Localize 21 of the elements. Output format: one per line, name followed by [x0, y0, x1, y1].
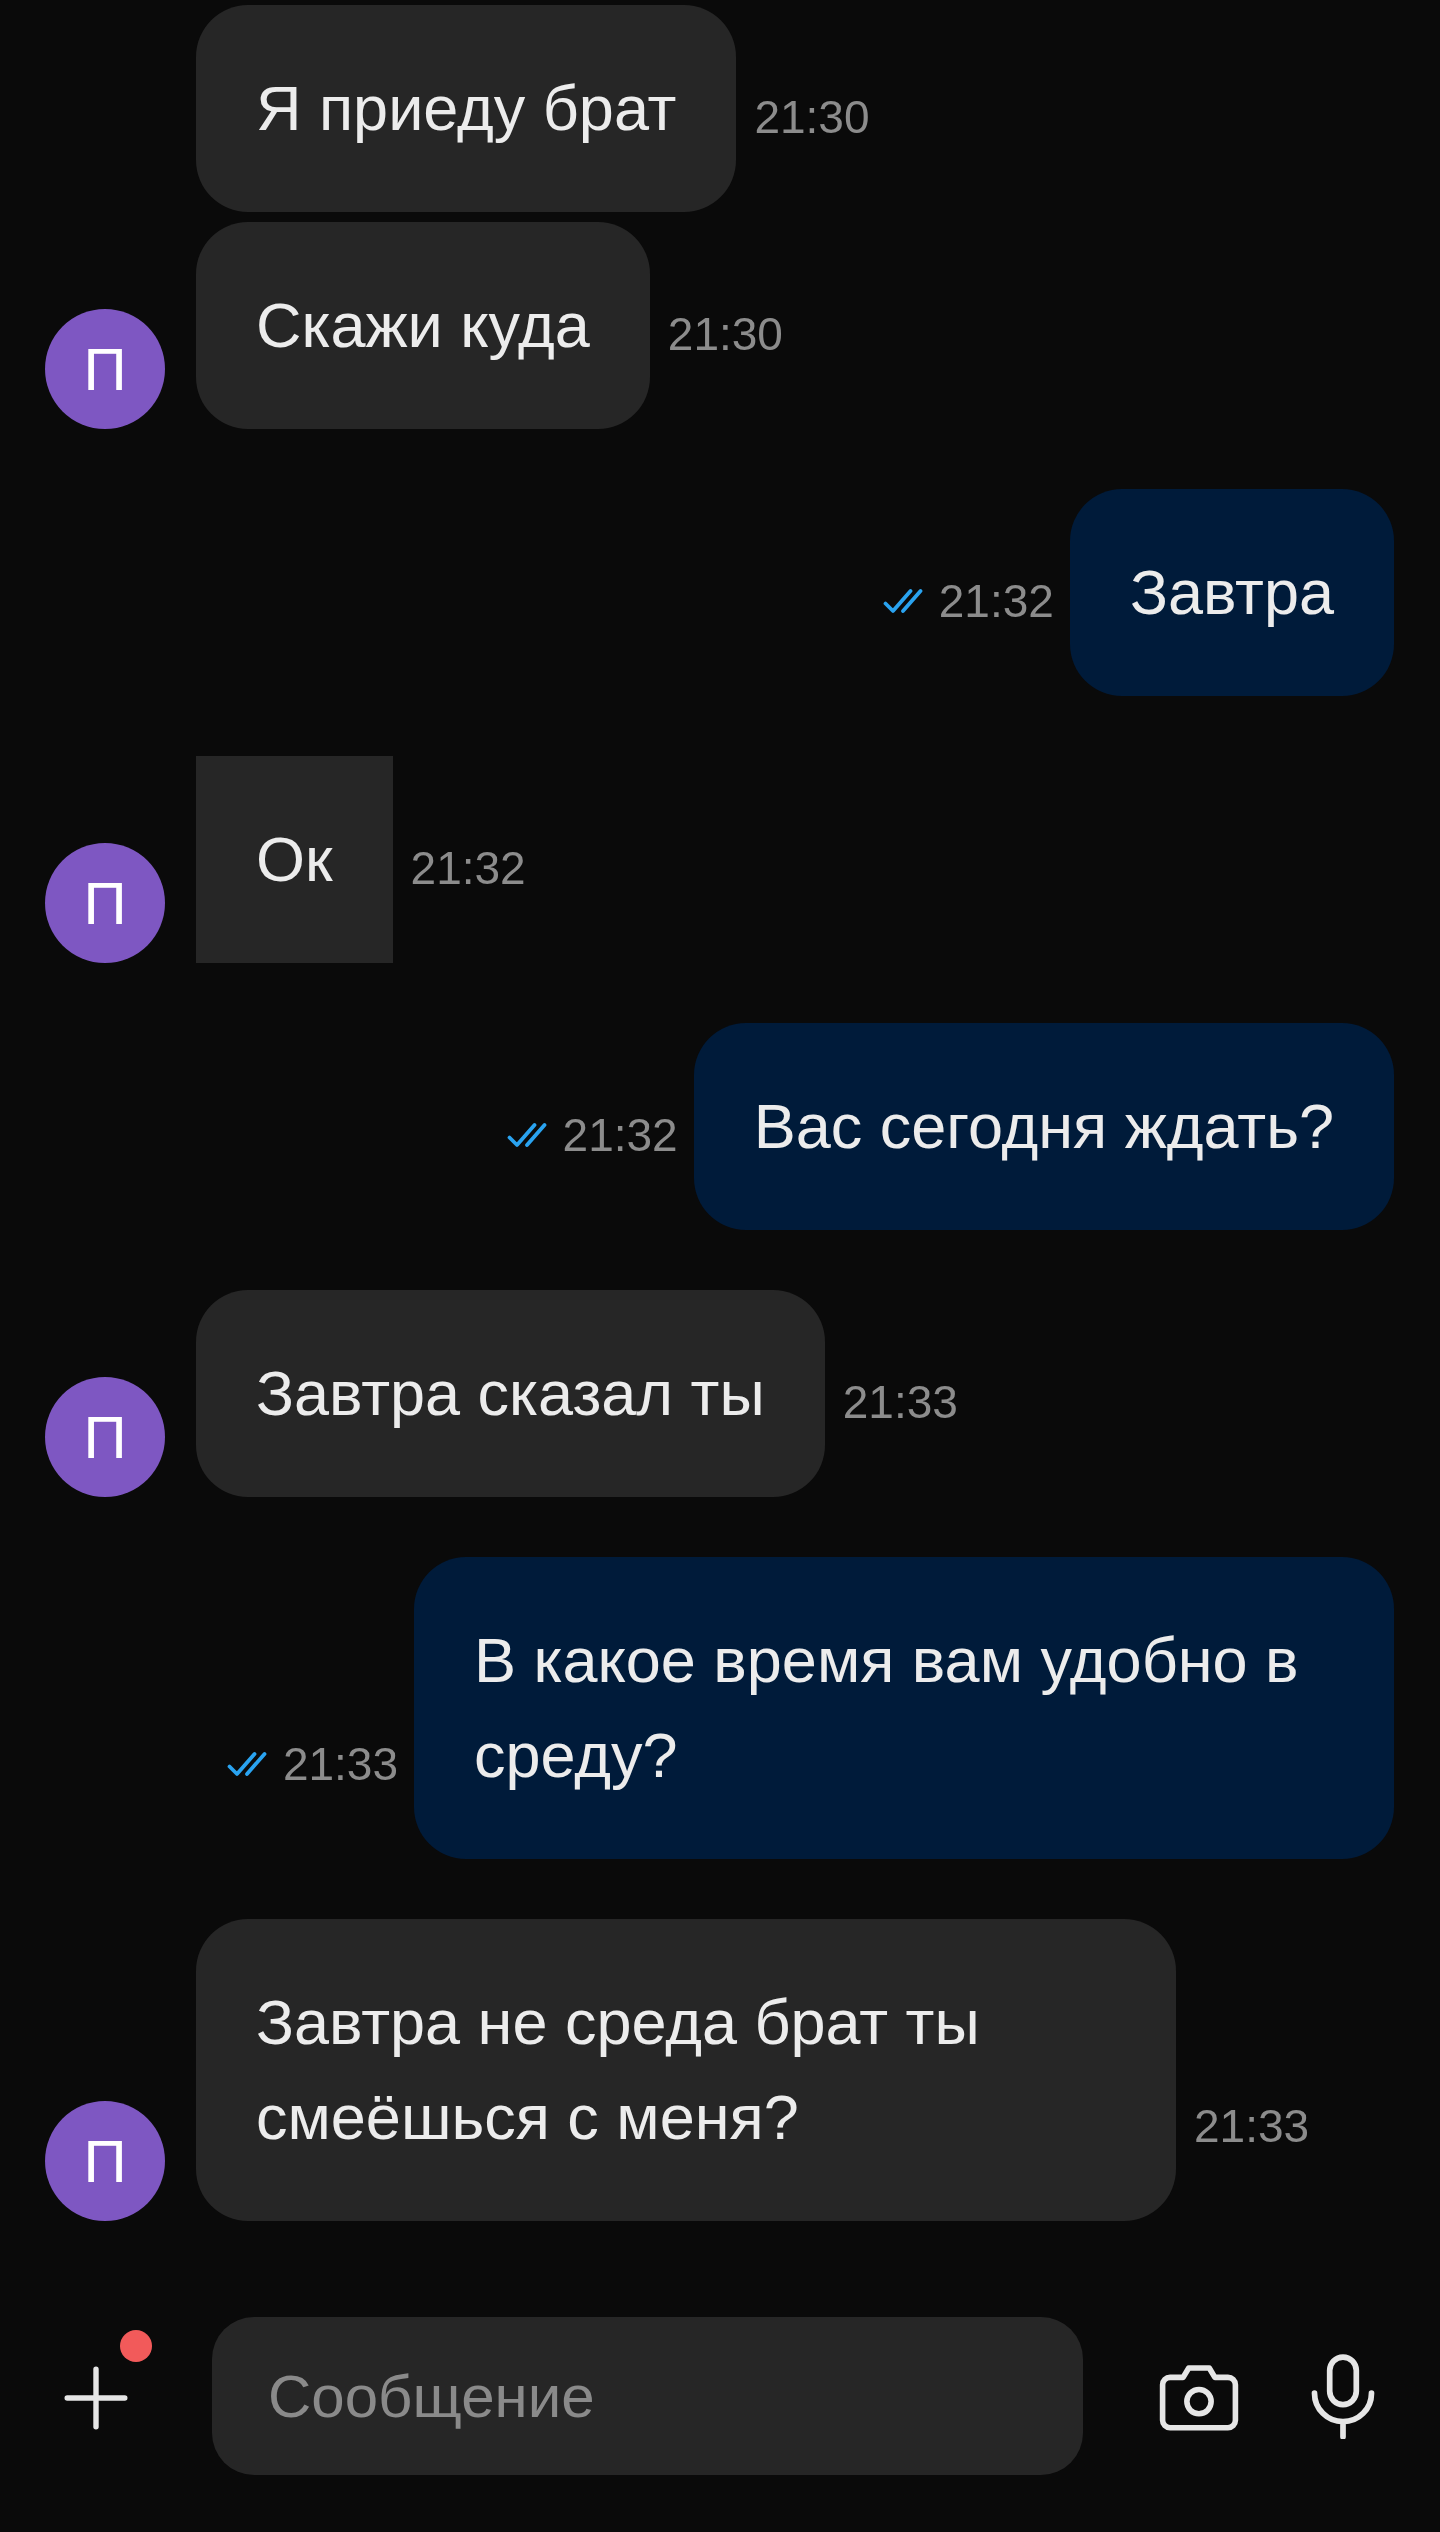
message-time: 21:32 — [938, 576, 1054, 626]
message-input-field[interactable]: Сообщение — [212, 2317, 1083, 2475]
message-time: 21:32 — [562, 1110, 678, 1160]
message-time: 21:33 — [282, 1739, 398, 1789]
message-time: 21:32 — [410, 843, 526, 893]
avatar[interactable]: П — [45, 309, 165, 429]
message-time: 21:33 — [1194, 2101, 1310, 2151]
avatar[interactable]: П — [45, 843, 165, 963]
message-bubble: Скажи куда — [196, 222, 650, 429]
avatar[interactable]: П — [45, 2101, 165, 2221]
message-bubble: Вас сегодня ждать? — [693, 1023, 1394, 1230]
message-time: 21:30 — [667, 309, 783, 359]
message-time: 21:30 — [754, 92, 870, 142]
message-time: 21:33 — [842, 1377, 958, 1427]
message-bubble: Завтра — [1069, 489, 1394, 696]
message-bubble: Завтра сказал ты — [196, 1290, 825, 1497]
message-bubble: В какое время вам удобно в среду? — [414, 1557, 1394, 1859]
avatar[interactable]: П — [45, 1377, 165, 1497]
message-bubble: Я приеду брат — [196, 5, 737, 212]
message-bubble: Завтра не среда брат ты смеёшься с меня? — [196, 1919, 1176, 2221]
message-bubble: Ок — [196, 756, 393, 963]
